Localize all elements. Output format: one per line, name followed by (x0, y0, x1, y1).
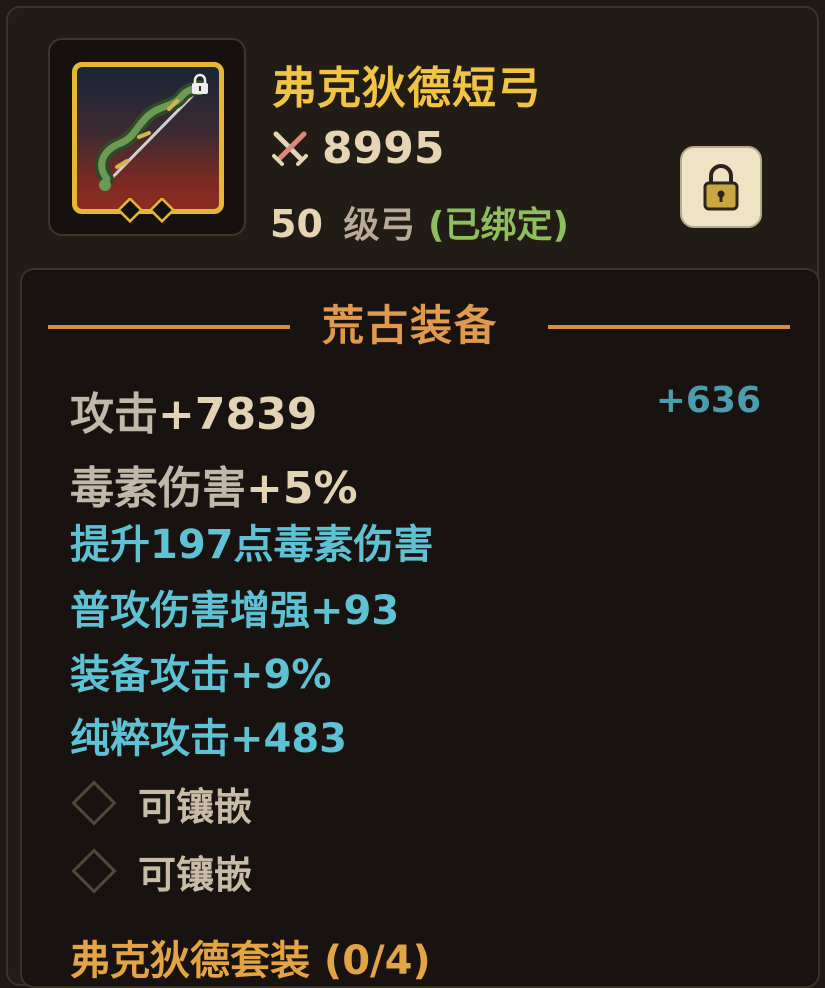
substat-line: 装备攻击+9% (70, 652, 332, 698)
item-icon-slot (72, 62, 224, 214)
item-name: 弗克狄德短弓 (272, 63, 542, 114)
power-value: 8995 (322, 122, 445, 174)
item-level: 50 (270, 202, 323, 246)
stat-poison-value: +5% (246, 463, 358, 514)
lock-badge-icon (192, 73, 208, 94)
stat-attack-bonus: +636 (655, 380, 761, 421)
bound-status: (已绑定) (428, 205, 569, 246)
substat-line: 提升197点毒素伤害 (70, 522, 434, 568)
level-row: 50 级弓 (已绑定) (270, 196, 569, 248)
substat-line: 纯粹攻击+483 (70, 716, 348, 762)
item-icon-frame[interactable] (48, 38, 246, 236)
gem-slot-indicators (116, 198, 176, 224)
item-type: 级弓 (343, 205, 416, 246)
section-title: 荒古装备 (322, 301, 499, 350)
section-divider-left (48, 325, 290, 329)
power-row: 8995 (270, 120, 444, 176)
empty-socket-icon (71, 848, 117, 894)
crossed-swords-icon (272, 131, 308, 166)
padlock-icon (703, 164, 739, 211)
stat-poison-label: 毒素伤害 (70, 463, 246, 514)
section-divider-right (548, 325, 790, 329)
substat-line: 普攻伤害增强+93 (70, 588, 400, 634)
stat-attack: 攻击+7839 (70, 378, 317, 442)
gem-socket[interactable]: 可镶嵌 (70, 778, 253, 829)
socket-label: 可镶嵌 (138, 852, 253, 897)
lock-button[interactable] (680, 146, 762, 228)
socket-label: 可镶嵌 (138, 784, 253, 829)
stat-poison: 毒素伤害+5% (70, 452, 358, 516)
stat-attack-label: 攻击 (70, 389, 158, 440)
stat-attack-value: +7839 (158, 389, 318, 440)
gem-socket[interactable]: 可镶嵌 (70, 846, 253, 897)
empty-socket-icon (71, 780, 117, 826)
set-bonus-title: 弗克狄德套装 (0/4) (70, 938, 431, 984)
